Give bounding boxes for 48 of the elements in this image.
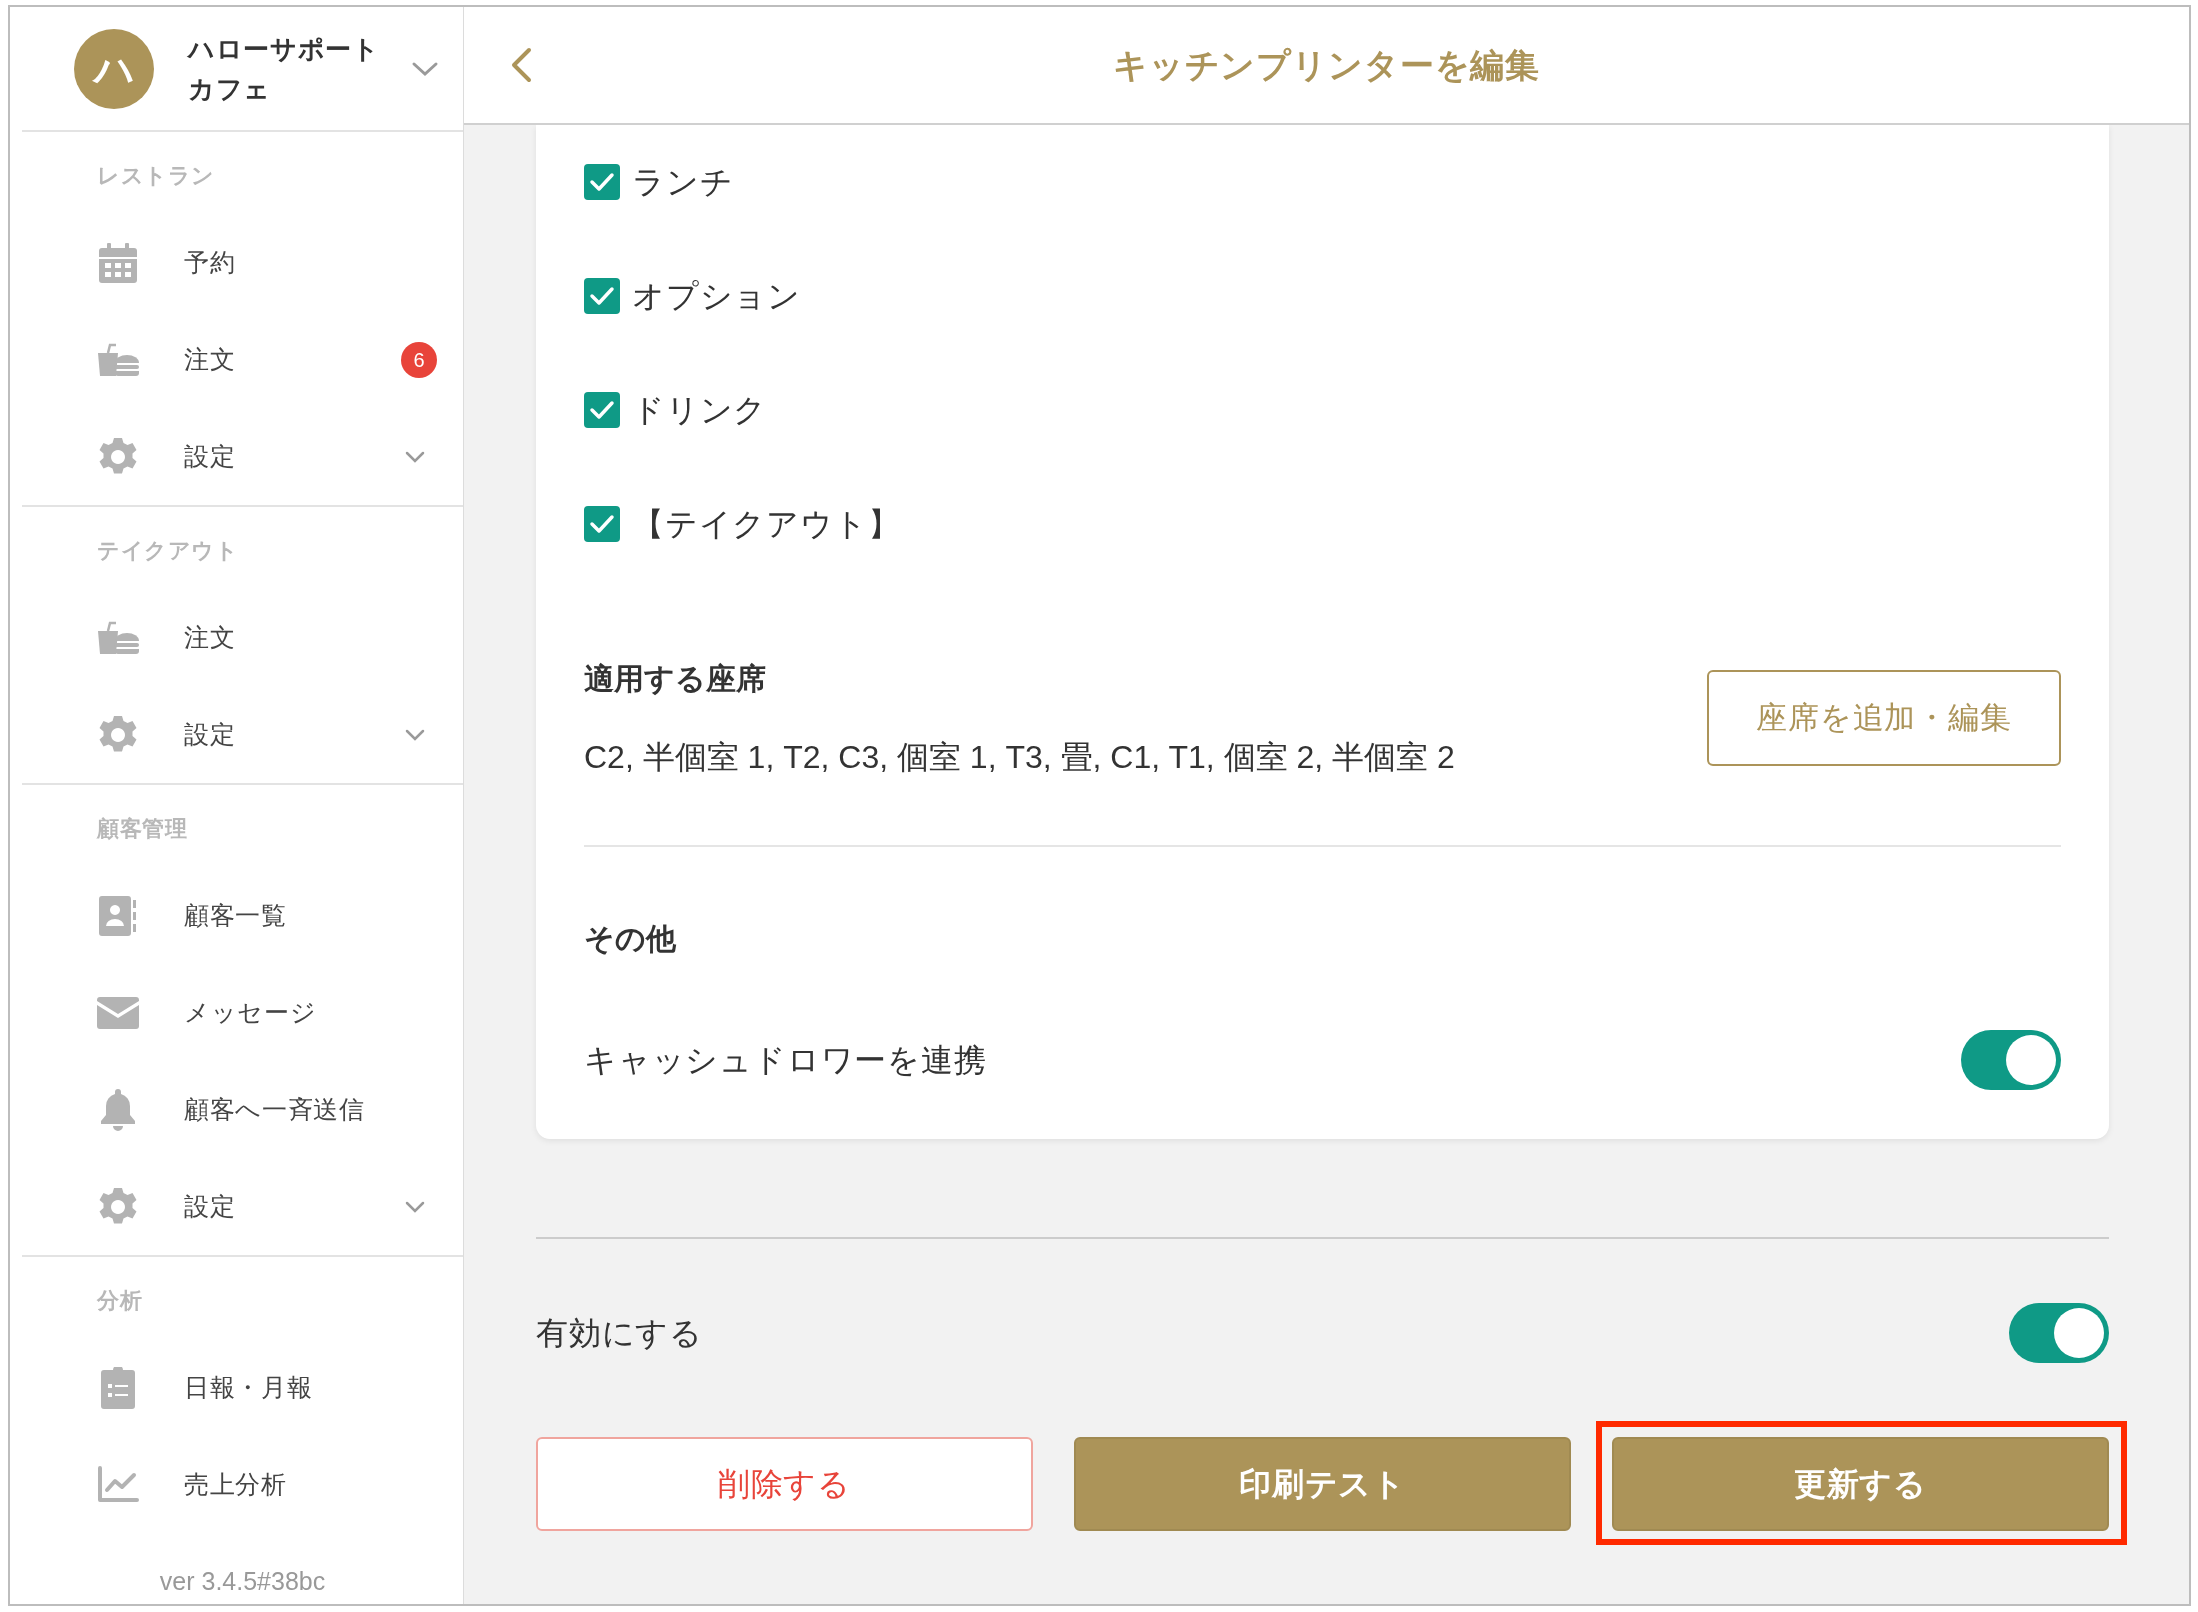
sidebar-item[interactable]: 注文 <box>22 589 463 686</box>
category-checkbox[interactable]: 【テイクアウト】 <box>584 467 2061 581</box>
category-checkbox[interactable]: オプション <box>584 239 2061 353</box>
settings-icon <box>98 714 138 755</box>
clipboard-icon <box>101 1366 135 1409</box>
mail-icon <box>97 996 139 1029</box>
drink-and-burger-icon <box>97 620 139 655</box>
version-label: ver 3.4.5#38bc <box>158 1566 327 1597</box>
checkmark-icon <box>589 172 615 192</box>
contact-book-icon <box>99 895 137 936</box>
sidebar-item[interactable]: 顧客一覧 <box>22 867 463 964</box>
sidebar-item[interactable]: 設定 <box>22 408 463 505</box>
notification-badge: 6 <box>401 341 437 378</box>
page-title: キッチンプリンターを編集 <box>1112 44 1541 86</box>
toggle-switch[interactable] <box>1961 1030 2061 1090</box>
section-heading: その他 <box>584 921 677 957</box>
seat-list: C2, 半個室 1, T2, C3, 個室 1, T3, 畳, C1, T1, 個室 2, 半個室 2 <box>584 735 1455 779</box>
sidebar-item[interactable]: メッセージ <box>22 964 463 1061</box>
checkmark-icon <box>589 514 615 534</box>
delete-button[interactable]: 削除する <box>536 1437 1033 1531</box>
checkmark-icon <box>589 400 615 420</box>
settings-icon <box>98 1186 138 1227</box>
section-title: テイクアウト <box>96 537 240 565</box>
account-name: ハローサポートカフェ <box>188 32 381 106</box>
settings-icon <box>98 436 138 477</box>
section-title: 顧客管理 <box>95 815 189 843</box>
section-heading: 適用する座席 <box>584 661 767 697</box>
setting-label: 有効にする <box>536 1314 703 1353</box>
category-checkbox[interactable]: ランチ <box>584 125 2061 239</box>
category-checkbox[interactable]: ドリンク <box>584 353 2061 467</box>
bell-icon <box>99 1088 137 1131</box>
line-chart-icon <box>97 1465 139 1504</box>
sidebar-item[interactable]: 設定 <box>22 686 463 783</box>
sidebar-item[interactable]: 日報・月報 <box>22 1339 463 1436</box>
avatar: ハ <box>74 28 154 109</box>
sidebar-item[interactable]: 予約 <box>22 214 463 311</box>
section-title: 分析 <box>96 1287 144 1315</box>
setting-label: キャッシュドロワーを連携 <box>584 1041 987 1080</box>
sidebar-item[interactable]: 売上分析 <box>22 1436 463 1533</box>
toggle-switch[interactable] <box>2009 1303 2109 1363</box>
calendar-icon <box>99 242 137 283</box>
drink-and-burger-icon <box>97 342 139 377</box>
checkmark-icon <box>589 286 615 306</box>
chevron-down-icon <box>411 60 439 77</box>
sidebar-item[interactable]: 設定 <box>22 1158 463 1255</box>
sidebar-item[interactable]: 顧客へ一斉送信 <box>22 1061 463 1158</box>
sidebar-item[interactable]: 注文 6 <box>22 311 463 408</box>
section-title: レストラン <box>96 162 216 190</box>
